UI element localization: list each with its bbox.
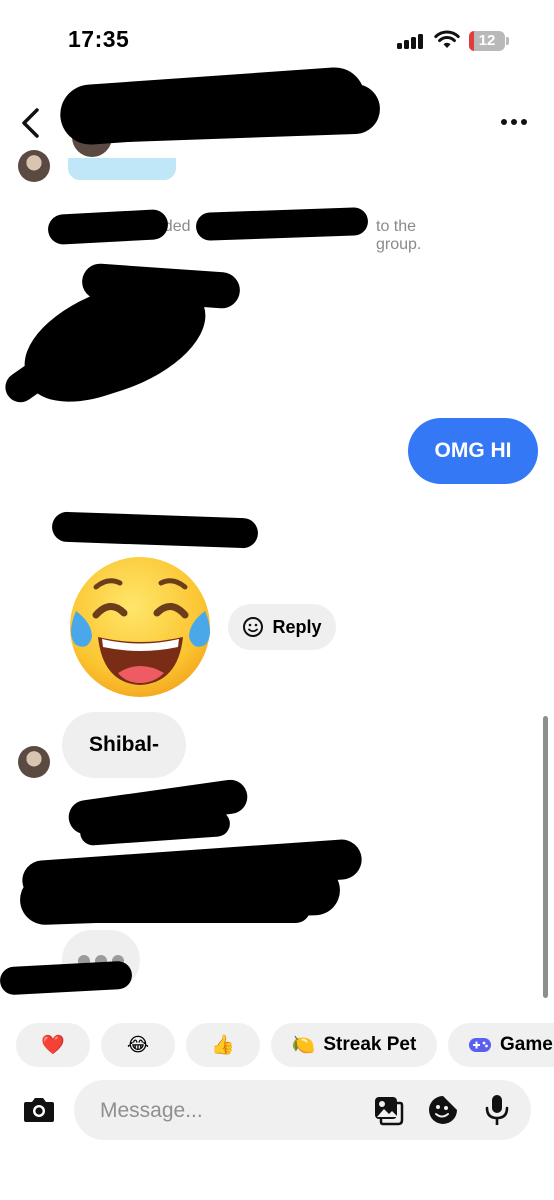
reply-button[interactable]: Reply xyxy=(228,604,336,650)
reply-label: Reply xyxy=(272,616,322,637)
message-input[interactable] xyxy=(98,1096,362,1126)
laugh-emoji: 😂 xyxy=(126,1034,150,1056)
streak-pet-icon: 🍋 xyxy=(291,1035,316,1056)
smiley-icon xyxy=(243,617,264,637)
more-options-icon[interactable] xyxy=(496,108,536,136)
incoming-message-bubble[interactable]: Shibal- xyxy=(62,712,186,778)
battery-level: 12 xyxy=(478,32,496,49)
microphone-icon[interactable] xyxy=(484,1093,510,1127)
gallery-icon[interactable] xyxy=(372,1094,404,1126)
sticker-icon[interactable] xyxy=(427,1094,459,1126)
redacted-sender-name xyxy=(51,511,259,549)
status-time: 17:35 xyxy=(68,26,130,52)
signal-icon xyxy=(397,33,423,49)
quick-reaction-thumbs-up[interactable]: 👍 xyxy=(186,1023,260,1067)
streak-pet-label: Streak Pet xyxy=(323,1034,417,1055)
battery-icon: 12 xyxy=(469,31,505,51)
thumbs-up-emoji: 👍 xyxy=(211,1035,235,1056)
heart-emoji: ❤️ xyxy=(41,1035,65,1056)
sender-avatar-shibal[interactable] xyxy=(18,746,50,778)
redacted-block-5 xyxy=(70,895,310,923)
message-composer[interactable] xyxy=(74,1080,531,1140)
tears-of-joy-emoji[interactable] xyxy=(68,555,213,700)
redacted-name-1 xyxy=(47,208,169,246)
wifi-icon xyxy=(434,30,460,48)
streak-pet-button[interactable]: 🍋 Streak Pet xyxy=(271,1023,437,1067)
partial-message-bubble xyxy=(68,158,176,180)
redacted-typing-name xyxy=(0,960,133,996)
sender-avatar xyxy=(18,150,50,182)
redacted-group-name-2 xyxy=(99,83,381,143)
scrollbar[interactable] xyxy=(543,716,548,998)
battery-tip xyxy=(506,37,509,45)
redacted-name-2 xyxy=(195,207,369,241)
quick-reaction-heart[interactable]: ❤️ xyxy=(16,1023,90,1067)
camera-icon[interactable] xyxy=(22,1094,56,1124)
game-button[interactable]: Game xyxy=(448,1023,554,1067)
back-arrow-icon[interactable] xyxy=(14,104,50,142)
system-message-tail: to the group. xyxy=(376,218,422,253)
game-controller-icon xyxy=(469,1038,491,1052)
outgoing-message-bubble[interactable]: OMG HI xyxy=(408,418,538,484)
quick-reaction-laugh[interactable]: 😂 xyxy=(101,1023,175,1067)
game-label: Game xyxy=(500,1034,553,1055)
